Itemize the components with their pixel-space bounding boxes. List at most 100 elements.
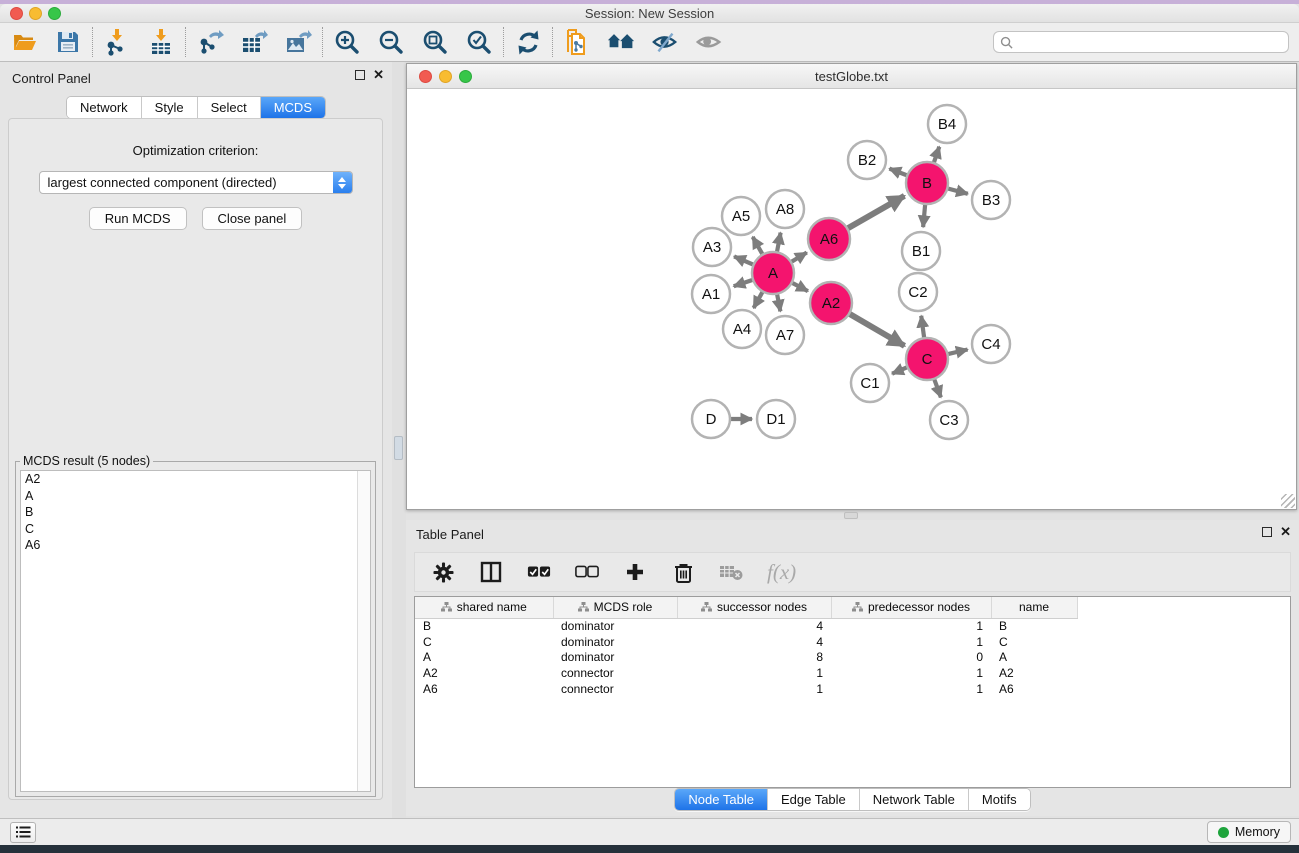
table-row[interactable]: Bdominator41B [415, 618, 1077, 634]
graph-node-A1[interactable]: A1 [692, 275, 730, 313]
open-file-button[interactable] [10, 28, 38, 56]
close-panel-icon[interactable]: ✕ [1280, 527, 1291, 537]
list-item[interactable]: C [21, 521, 370, 538]
show-log-button[interactable] [10, 822, 36, 843]
graph-edge-B-B4[interactable] [934, 147, 940, 163]
tab-select[interactable]: Select [198, 97, 261, 118]
graph-node-D[interactable]: D [692, 400, 730, 438]
graph-node-A4[interactable]: A4 [723, 310, 761, 348]
panel-splitter-vertical[interactable] [392, 62, 406, 818]
graph-edge-B-B1[interactable] [923, 204, 925, 227]
export-network-button[interactable] [196, 28, 224, 56]
table-row[interactable]: A2connector11A2 [415, 665, 1077, 681]
tab-edge-table[interactable]: Edge Table [768, 789, 860, 810]
import-table-button[interactable] [147, 28, 175, 56]
graph-node-C1[interactable]: C1 [851, 364, 889, 402]
delete-table-button[interactable] [719, 560, 743, 584]
tab-network-table[interactable]: Network Table [860, 789, 969, 810]
graph-node-A7[interactable]: A7 [766, 316, 804, 354]
graph-edge-C-C1[interactable] [892, 367, 908, 374]
import-network-button[interactable] [103, 28, 131, 56]
close-panel-button[interactable]: Close panel [202, 207, 303, 230]
graph-node-B[interactable]: B [906, 162, 948, 204]
graph-node-A2[interactable]: A2 [810, 282, 852, 324]
add-column-button[interactable] [623, 560, 647, 584]
delete-column-button[interactable] [671, 560, 695, 584]
graph-edge-A-A7[interactable] [777, 294, 780, 312]
graph-node-C4[interactable]: C4 [972, 325, 1010, 363]
graph-edge-C-C4[interactable] [947, 350, 967, 355]
graph-node-A5[interactable]: A5 [722, 197, 760, 235]
list-item[interactable]: B [21, 504, 370, 521]
graph-edge-A2-C[interactable] [849, 314, 904, 346]
graph-edge-B-B3[interactable] [947, 188, 968, 193]
graph-node-B3[interactable]: B3 [972, 181, 1010, 219]
close-panel-icon[interactable]: ✕ [373, 70, 384, 80]
table-row[interactable]: Adominator80A [415, 650, 1077, 666]
graph-node-C[interactable]: C [906, 338, 948, 380]
graph-node-A8[interactable]: A8 [766, 190, 804, 228]
refresh-button[interactable] [514, 28, 542, 56]
search-field[interactable] [993, 31, 1289, 53]
tab-mcds[interactable]: MCDS [261, 97, 325, 118]
show-all-button[interactable] [695, 28, 723, 56]
column-header-name[interactable]: name [991, 597, 1077, 618]
graph-node-C2[interactable]: C2 [899, 273, 937, 311]
home-button[interactable] [607, 28, 635, 56]
network-canvas[interactable]: AA1A2A3A4A5A6A7A8BB1B2B3B4CC1C2C3C4DD1 [407, 89, 1296, 509]
network-graph[interactable]: AA1A2A3A4A5A6A7A8BB1B2B3B4CC1C2C3C4DD1 [407, 89, 1296, 509]
graph-edge-A-A8[interactable] [777, 233, 781, 253]
column-header-mcds-role[interactable]: MCDS role [553, 597, 677, 618]
select-all-columns-button[interactable] [527, 560, 551, 584]
zoom-out-button[interactable] [377, 28, 405, 56]
optimization-criterion-dropdown[interactable]: largest connected component (directed) [39, 171, 353, 194]
graph-node-D1[interactable]: D1 [757, 400, 795, 438]
splitter-handle[interactable] [394, 436, 403, 460]
graph-edge-C-C3[interactable] [934, 379, 941, 398]
graph-edge-B-B2[interactable] [889, 169, 907, 176]
list-item[interactable]: A2 [21, 471, 370, 488]
zoom-fit-button[interactable] [421, 28, 449, 56]
splitter-handle[interactable] [844, 512, 858, 519]
run-mcds-button[interactable]: Run MCDS [89, 207, 187, 230]
function-builder-button[interactable]: f(x) [767, 560, 796, 584]
show-column-panel-button[interactable] [479, 560, 503, 584]
tab-node-table[interactable]: Node Table [675, 789, 768, 810]
table-row[interactable]: Cdominator41C [415, 634, 1077, 650]
graph-edge-A-A2[interactable] [792, 283, 808, 292]
result-list-scrollbar[interactable] [357, 471, 370, 791]
graph-edge-A-A6[interactable] [791, 253, 807, 263]
tab-network[interactable]: Network [67, 97, 142, 118]
graph-edge-C-C2[interactable] [921, 316, 924, 338]
duplicate-network-button[interactable] [563, 28, 591, 56]
graph-node-B2[interactable]: B2 [848, 141, 886, 179]
graph-edge-A-A4[interactable] [754, 291, 763, 308]
graph-edge-A-A1[interactable] [734, 280, 753, 287]
graph-node-B4[interactable]: B4 [928, 105, 966, 143]
memory-button[interactable]: Memory [1207, 821, 1291, 843]
graph-edge-A6-B[interactable] [847, 196, 904, 229]
float-panel-icon[interactable] [355, 70, 365, 80]
float-panel-icon[interactable] [1262, 527, 1272, 537]
save-session-button[interactable] [54, 28, 82, 56]
mcds-result-list[interactable]: A2 A B C A6 [20, 470, 371, 792]
column-header-successor-nodes[interactable]: successor nodes [677, 597, 831, 618]
table-settings-button[interactable] [431, 560, 455, 584]
graph-node-A6[interactable]: A6 [808, 218, 850, 260]
tab-motifs[interactable]: Motifs [969, 789, 1030, 810]
hide-others-button[interactable] [651, 28, 679, 56]
unselect-all-columns-button[interactable] [575, 560, 599, 584]
panel-splitter-horizontal[interactable] [406, 510, 1299, 520]
graph-node-A[interactable]: A [752, 252, 794, 294]
column-header-predecessor-nodes[interactable]: predecessor nodes [831, 597, 991, 618]
graph-node-A3[interactable]: A3 [693, 228, 731, 266]
graph-node-B1[interactable]: B1 [902, 232, 940, 270]
list-item[interactable]: A [21, 488, 370, 505]
export-table-button[interactable] [240, 28, 268, 56]
search-input[interactable] [1017, 35, 1282, 49]
graph-edge-A-A5[interactable] [753, 237, 763, 255]
export-image-button[interactable] [284, 28, 312, 56]
zoom-in-button[interactable] [333, 28, 361, 56]
column-header-shared-name[interactable]: shared name [415, 597, 553, 618]
tab-style[interactable]: Style [142, 97, 198, 118]
